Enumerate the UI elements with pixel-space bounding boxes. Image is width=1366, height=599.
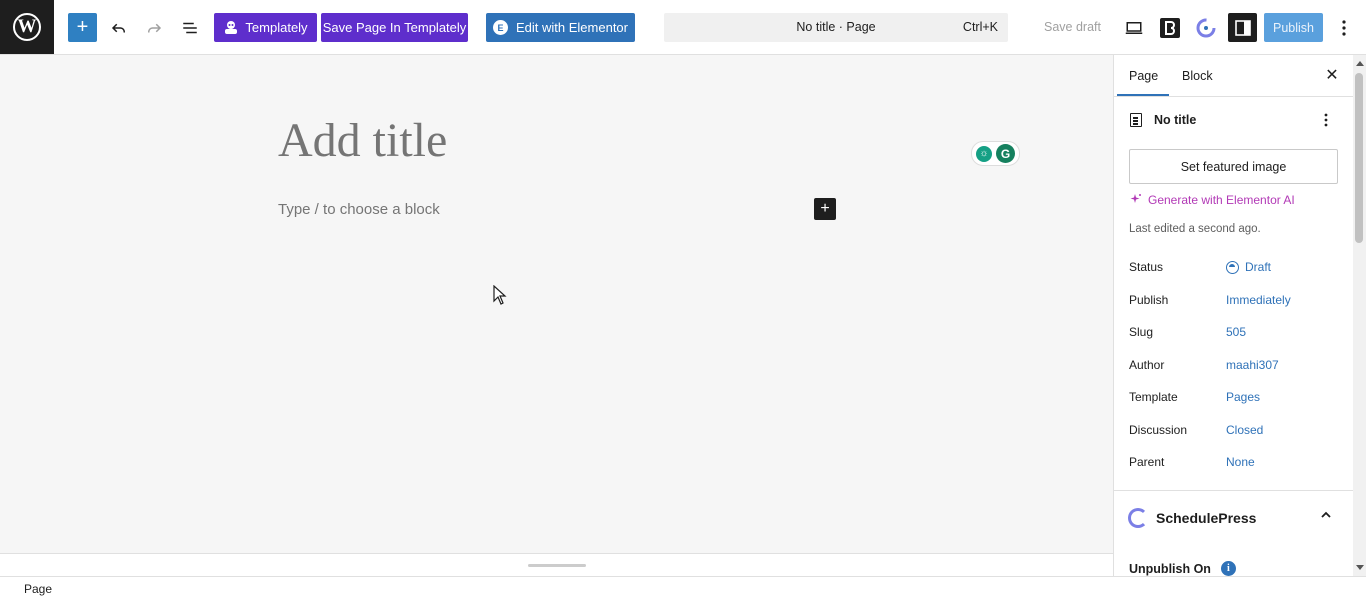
templately-label: Templately: [245, 20, 308, 35]
schedulepress-panel-icon: [1128, 508, 1148, 528]
grammarly-icon[interactable]: G: [996, 144, 1015, 163]
slug-value[interactable]: 505: [1226, 325, 1246, 339]
editor-header: W + Templately Save Page In Templately E…: [0, 0, 1366, 55]
chevron-up-icon[interactable]: [1320, 509, 1332, 521]
page-icon: [1130, 113, 1142, 127]
publish-button[interactable]: Publish: [1264, 13, 1323, 42]
status-label: Status: [1129, 260, 1164, 274]
command-shortcut: Ctrl+K: [962, 20, 998, 34]
templately-button[interactable]: Templately: [214, 13, 317, 42]
schedulepress-toolbar-button[interactable]: [1193, 13, 1219, 42]
last-edited-text: Last edited a second ago.: [1129, 223, 1261, 235]
discussion-label: Discussion: [1129, 423, 1188, 437]
status-value-text: Draft: [1245, 260, 1272, 274]
wordpress-logo[interactable]: W: [0, 0, 54, 54]
settings-sidebar-icon: [1234, 19, 1251, 36]
edit-with-elementor-button[interactable]: E Edit with Elementor: [486, 13, 635, 42]
grammarly-widget[interactable]: ☼ G: [971, 141, 1020, 166]
elementor-label: Edit with Elementor: [516, 20, 628, 35]
resize-handle[interactable]: [528, 564, 586, 567]
document-overview-button[interactable]: [177, 13, 203, 42]
info-icon[interactable]: i: [1220, 561, 1236, 576]
sparkle-icon: [1130, 194, 1141, 203]
elementor-icon: E: [493, 20, 508, 35]
author-label: Author: [1129, 358, 1165, 372]
templately-icon: [225, 20, 238, 34]
template-label: Template: [1129, 390, 1178, 404]
unpublish-on-row: Unpublish On i: [1129, 561, 1236, 576]
publish-value[interactable]: Immediately: [1226, 293, 1291, 307]
post-summary-header: No title: [1130, 113, 1196, 127]
set-featured-image-button[interactable]: Set featured image: [1129, 149, 1338, 184]
redo-icon: [148, 23, 162, 32]
inline-block-inserter[interactable]: +: [814, 198, 836, 220]
unpublish-on-label: Unpublish On: [1129, 561, 1211, 576]
close-sidebar-button[interactable]: ✕: [1322, 65, 1342, 85]
author-value[interactable]: maahi307: [1226, 358, 1279, 372]
active-tab-indicator: [1117, 94, 1169, 96]
bricks-button[interactable]: [1157, 13, 1183, 42]
scroll-down-arrow-icon[interactable]: [1356, 565, 1364, 570]
schedulepress-icon: [1196, 18, 1216, 37]
status-value[interactable]: Draft: [1226, 260, 1271, 274]
slug-label: Slug: [1129, 325, 1154, 339]
block-breadcrumb-bar: Page: [0, 576, 1366, 599]
document-title-bar: No title · Page: [796, 20, 876, 34]
redo-button[interactable]: [141, 13, 167, 42]
editor-resize-bar: [0, 553, 1113, 576]
generate-ai-label: Generate with Elementor AI: [1148, 193, 1295, 207]
draft-status-icon: [1226, 260, 1239, 274]
publish-label: Publish: [1129, 293, 1169, 307]
lightbulb-icon[interactable]: ☼: [976, 145, 992, 162]
options-icon: [1342, 19, 1346, 36]
template-value[interactable]: Pages: [1226, 390, 1260, 404]
tab-page[interactable]: Page: [1129, 69, 1158, 83]
settings-sidebar-toggle[interactable]: [1228, 13, 1257, 42]
breadcrumb-page[interactable]: Page: [24, 582, 52, 596]
preview-button[interactable]: [1121, 13, 1147, 42]
save-draft-button[interactable]: Save draft: [1044, 20, 1101, 34]
settings-sidebar: Page Block ✕ No title Set featured image…: [1113, 55, 1353, 576]
default-block-appender[interactable]: Type / to choose a block: [278, 201, 440, 218]
tab-block[interactable]: Block: [1182, 69, 1213, 83]
scroll-thumb[interactable]: [1355, 73, 1363, 243]
preview-icon: [1125, 21, 1143, 34]
editor-canvas[interactable]: Add title Type / to choose a block + ☼ G: [0, 55, 1113, 576]
sidebar-scrollbar[interactable]: [1353, 55, 1366, 576]
schedulepress-panel: SchedulePress Unpublish On i: [1114, 490, 1353, 576]
undo-icon: [111, 23, 125, 32]
parent-value[interactable]: None: [1226, 455, 1255, 469]
scroll-up-arrow-icon[interactable]: [1356, 61, 1364, 66]
discussion-value[interactable]: Closed: [1226, 423, 1263, 437]
sidebar-tabs: Page Block ✕: [1114, 55, 1353, 97]
post-title-input[interactable]: Add title: [278, 113, 447, 168]
wordpress-logo-mark: W: [13, 13, 41, 41]
schedulepress-title[interactable]: SchedulePress: [1156, 510, 1256, 526]
block-inserter-toggle[interactable]: +: [68, 13, 97, 42]
more-vertical-icon: [1324, 113, 1328, 127]
options-menu-button[interactable]: [1331, 13, 1357, 42]
bricks-icon: [1160, 17, 1180, 38]
command-palette-bar[interactable]: No title · Page Ctrl+K: [664, 13, 1008, 42]
save-page-templately-button[interactable]: Save Page In Templately: [321, 13, 468, 42]
document-overview-icon: [183, 22, 197, 33]
parent-label: Parent: [1129, 455, 1165, 469]
generate-elementor-ai-link[interactable]: Generate with Elementor AI: [1130, 193, 1295, 207]
mouse-cursor-icon: [493, 285, 507, 305]
post-title-summary: No title: [1154, 113, 1197, 127]
post-actions-button[interactable]: [1320, 113, 1332, 129]
undo-button[interactable]: [106, 13, 132, 42]
